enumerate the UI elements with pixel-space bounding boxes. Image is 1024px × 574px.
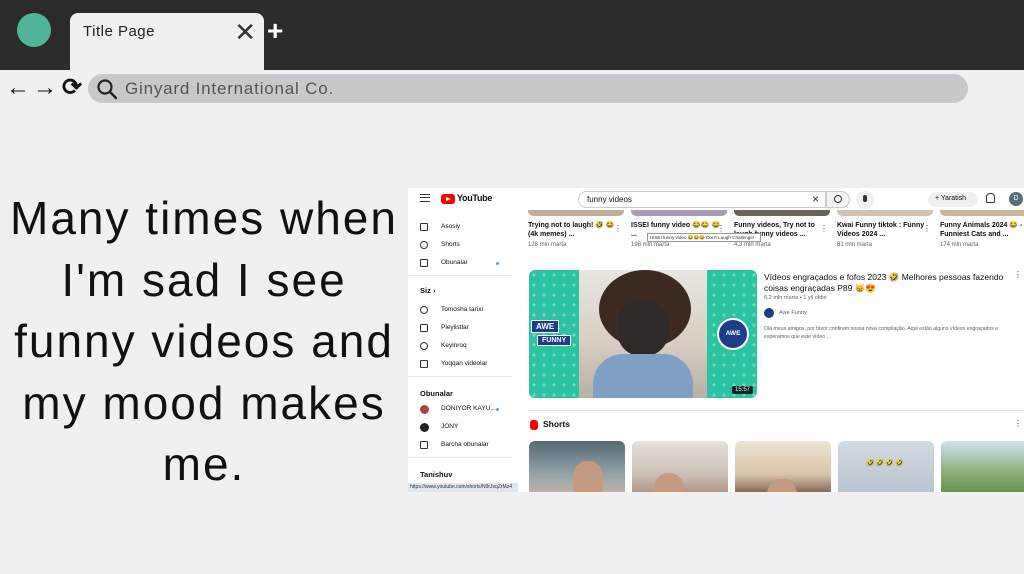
navigation-bar: ← → ⟳ Ginyard International Co. xyxy=(0,72,1024,104)
sidebar-explore-header: Tanishuv xyxy=(420,470,453,479)
short-thumbnail[interactable] xyxy=(735,441,831,492)
sidebar-divider xyxy=(408,275,512,276)
forward-arrow-icon[interactable]: → xyxy=(33,74,57,102)
tab-bar: Title Page ✕ + xyxy=(0,0,1024,70)
featured-video-meta: 6,2 mln marta • 1 yil oldin xyxy=(764,295,827,301)
youtube-sidebar: Asosiy Shorts Obunalar Siz › Tomosha tar… xyxy=(408,214,516,492)
logo-text-top: AWE xyxy=(531,320,560,333)
more-options-icon[interactable]: ⋮ xyxy=(1014,419,1022,428)
youtube-screenshot: YouTube funny videos × + Yaratish D Asos… xyxy=(408,188,1024,492)
section-divider xyxy=(528,410,1024,411)
close-icon[interactable]: ✕ xyxy=(234,17,256,47)
short-thumbnail[interactable] xyxy=(941,441,1024,492)
video-thumbnail[interactable] xyxy=(837,210,933,216)
chevron-right-icon: › xyxy=(432,286,436,295)
video-thumbnail[interactable] xyxy=(631,210,727,216)
thumbnail-face xyxy=(617,300,669,356)
video-duration: 15:57 xyxy=(731,386,753,394)
video-meta: 81 mln marta xyxy=(837,242,873,248)
more-options-icon[interactable]: ⋮ xyxy=(1014,270,1022,279)
awe-round-logo: AWE xyxy=(717,318,749,350)
short-face xyxy=(654,473,684,492)
sidebar-item-label: Obunalar xyxy=(441,259,468,266)
status-url: https://www.youtube.com/shorts/N9rJxqZrM… xyxy=(408,483,518,492)
video-row: Trying not to laugh! 🤣 😂 (4k memes) ... … xyxy=(528,188,1024,258)
more-options-icon[interactable]: ⋮ xyxy=(717,224,725,233)
shorts-icon xyxy=(420,241,428,249)
reload-icon[interactable]: ⟳ xyxy=(62,74,82,102)
sidebar-you-header[interactable]: Siz › xyxy=(420,286,435,295)
shorts-icon xyxy=(530,420,538,430)
video-title[interactable]: Funny Animals 2024 😂 - Funniest Cats and… xyxy=(940,221,1024,239)
short-thumbnail[interactable] xyxy=(632,441,728,492)
featured-video-description: Olá meus amigos, por favor confiram noss… xyxy=(764,326,999,340)
short-face xyxy=(767,479,797,492)
menu-icon[interactable] xyxy=(420,194,430,202)
video-meta: 174 mln marta xyxy=(940,242,979,248)
tab-title: Title Page xyxy=(83,23,155,40)
short-emoji: 🤣🤣🤣🤣 xyxy=(866,460,905,467)
sidebar-item-label: Shorts xyxy=(441,241,460,248)
more-options-icon[interactable]: ⋮ xyxy=(614,224,622,233)
thumbnail-shirt xyxy=(593,354,693,398)
back-arrow-icon[interactable]: ← xyxy=(6,74,30,102)
featured-channel-name[interactable]: Awe Funny xyxy=(779,310,807,316)
home-icon xyxy=(420,223,428,231)
featured-video-title[interactable]: Vídeos engraçados e fofos 2023 🤣 Melhore… xyxy=(764,272,1014,294)
video-meta: 198 mln marta xyxy=(631,242,670,248)
history-icon xyxy=(420,306,428,314)
youtube-logo-icon[interactable] xyxy=(441,194,455,204)
video-title[interactable]: Trying not to laugh! 🤣 😂 (4k memes) ... xyxy=(528,221,618,239)
sidebar-divider xyxy=(408,376,512,377)
sidebar-item-label: DONIYOR KAYU... xyxy=(441,405,496,412)
youtube-logo-text[interactable]: YouTube xyxy=(457,193,492,203)
new-tab-icon[interactable]: + xyxy=(267,16,283,46)
window-dot-icon xyxy=(17,13,51,47)
address-text: Ginyard International Co. xyxy=(125,79,334,98)
sidebar-item-label: Keyinroq xyxy=(441,342,467,349)
tab-title-page[interactable]: Title Page ✕ xyxy=(70,13,264,70)
sidebar-item-label: JONY xyxy=(441,423,459,430)
new-content-dot-icon xyxy=(496,408,499,411)
more-options-icon[interactable]: ⋮ xyxy=(923,224,931,233)
video-title[interactable]: Kwai Funny tiktok : Funny Videos 2024 ..… xyxy=(837,221,927,239)
short-thumbnail[interactable]: 🤣🤣🤣🤣 xyxy=(838,441,934,492)
video-tooltip: ISSEI funny video 😂😂😂 Don't Laugh Challe… xyxy=(647,233,761,242)
logo-text-bottom: FUNNY xyxy=(537,335,572,346)
video-meta: 128 mln marta xyxy=(528,242,567,248)
shorts-section-title: Shorts xyxy=(543,419,570,429)
video-thumbnail[interactable] xyxy=(528,210,624,216)
video-meta: 4,3 mln marta xyxy=(734,242,771,248)
video-thumbnail[interactable] xyxy=(734,210,830,216)
thumbs-up-icon xyxy=(420,360,428,368)
list-icon xyxy=(420,441,428,449)
short-face xyxy=(573,461,603,492)
playlist-icon xyxy=(420,324,428,332)
slide-text: Many times when I'm sad I see funny vide… xyxy=(10,192,398,490)
subscriptions-icon xyxy=(420,259,428,267)
channel-avatar[interactable] xyxy=(764,308,774,318)
channel-avatar xyxy=(420,423,429,432)
short-thumbnail[interactable] xyxy=(529,441,625,492)
address-bar[interactable]: Ginyard International Co. xyxy=(88,74,968,103)
sidebar-item-label: Asosiy xyxy=(441,223,461,230)
sidebar-header-label: Siz xyxy=(420,286,431,295)
channel-avatar xyxy=(420,405,429,414)
more-options-icon[interactable]: ⋮ xyxy=(820,224,828,233)
thumbnail-photo xyxy=(579,270,707,398)
new-content-dot-icon xyxy=(496,262,499,265)
sidebar-item-label: Yoqqan videolar xyxy=(441,360,488,367)
sidebar-item-label: Tomosha tarixi xyxy=(441,306,483,313)
featured-video-thumbnail[interactable]: AWE FUNNY AWE 15:57 xyxy=(529,270,757,398)
video-thumbnail[interactable] xyxy=(940,210,1024,216)
awe-funny-logo: AWE FUNNY xyxy=(531,320,573,348)
search-icon xyxy=(97,79,118,100)
sidebar-item-label: Pleylistlar xyxy=(441,324,469,331)
sidebar-item-label: Barcha obunalar xyxy=(441,441,489,448)
sidebar-subs-header: Obunalar xyxy=(420,389,453,398)
sidebar-divider xyxy=(408,457,512,458)
clock-icon xyxy=(420,342,428,350)
